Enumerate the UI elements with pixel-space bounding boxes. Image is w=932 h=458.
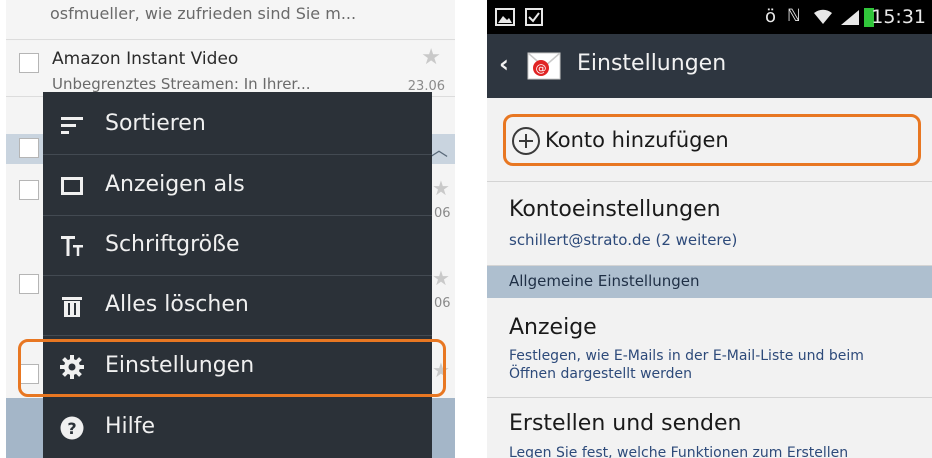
star-icon[interactable]: ★ xyxy=(432,266,450,290)
section-header: Allgemeine Einstellungen xyxy=(487,266,932,298)
menu-item-label: Schriftgröße xyxy=(105,232,240,257)
email-checkbox[interactable] xyxy=(19,53,39,73)
email-row-2[interactable]: Amazon Instant Video Unbegrenztes Stream… xyxy=(6,41,455,97)
email-preview: Unbegrenztes Streamen: In Ihrer... xyxy=(52,75,311,93)
vibrate-icon: ö xyxy=(765,6,777,27)
back-chevron-icon[interactable]: ‹ xyxy=(499,50,509,78)
svg-text:@: @ xyxy=(536,62,547,75)
view-icon xyxy=(61,177,83,195)
compose-sub: Legen Sie fest, welche Funktionen zum Er… xyxy=(509,445,849,458)
clipboard-check-icon xyxy=(525,8,543,26)
nfc-icon: ℕ xyxy=(787,6,801,26)
menu-item-label: Anzeigen als xyxy=(105,172,245,197)
compose-title: Erstellen und senden xyxy=(509,411,742,436)
display-sub: Festlegen, wie E-Mails in der E-Mail-Lis… xyxy=(509,348,864,382)
menu-item-hilfe[interactable]: ? Hilfe xyxy=(43,398,432,458)
settings-panel: ö ℕ 15:31 ‹ @ Einstellungen Konto hinzuf… xyxy=(487,0,932,458)
sort-icon xyxy=(61,117,83,134)
star-icon[interactable]: ★ xyxy=(432,176,450,200)
account-settings-row[interactable]: Kontoeinstellungen schillert@strato.de (… xyxy=(487,183,932,266)
gallery-icon xyxy=(495,8,515,26)
email-date: 06 xyxy=(434,206,451,221)
email-sender: Amazon Instant Video xyxy=(52,49,239,69)
section-header-label: Allgemeine Einstellungen xyxy=(509,272,700,290)
email-app-icon[interactable]: @ xyxy=(527,52,561,80)
svg-text:?: ? xyxy=(67,419,76,438)
email-checkbox[interactable] xyxy=(19,180,39,200)
account-settings-sub: schillert@strato.de (2 weitere) xyxy=(509,231,738,249)
email-preview: osfmueller, wie zufrieden sind Sie m... xyxy=(50,4,357,23)
font-size-icon xyxy=(61,236,83,256)
status-time: 15:31 xyxy=(871,6,926,28)
menu-item-label: Alles löschen xyxy=(105,292,249,317)
display-title: Anzeige xyxy=(509,315,597,340)
compose-settings-row[interactable]: Erstellen und senden Legen Sie fest, wel… xyxy=(487,399,932,458)
menu-item-anzeigen-als[interactable]: Anzeigen als xyxy=(43,156,432,216)
display-settings-row[interactable]: Anzeige Festlegen, wie E-Mails in der E-… xyxy=(487,298,932,398)
page-title: Einstellungen xyxy=(577,51,727,76)
menu-item-alles-loeschen[interactable]: Alles löschen xyxy=(43,276,432,336)
chevron-up-icon[interactable]: ︿ xyxy=(430,136,448,162)
email-date: 06 xyxy=(434,296,451,311)
menu-item-schriftgroesse[interactable]: Schriftgröße xyxy=(43,216,432,276)
account-settings-title: Kontoeinstellungen xyxy=(509,197,721,222)
menu-item-label: Hilfe xyxy=(105,414,156,439)
email-list-panel: osfmueller, wie zufrieden sind Sie m... … xyxy=(6,0,455,458)
signal-icon xyxy=(841,10,859,25)
menu-item-label: Sortieren xyxy=(105,111,206,136)
email-checkbox[interactable] xyxy=(19,274,39,294)
trash-icon xyxy=(62,297,82,317)
email-checkbox[interactable] xyxy=(19,138,39,158)
status-bar: ö ℕ 15:31 xyxy=(487,0,932,34)
help-icon: ? xyxy=(60,416,84,440)
menu-item-sortieren[interactable]: Sortieren xyxy=(43,95,432,155)
highlight-einstellungen xyxy=(18,339,446,397)
action-bar: ‹ @ Einstellungen xyxy=(487,34,932,98)
overflow-menu: Sortieren Anzeigen als Schriftgröße Alle… xyxy=(43,92,432,458)
email-row-1[interactable]: osfmueller, wie zufrieden sind Sie m... xyxy=(6,0,455,40)
wifi-icon xyxy=(814,9,832,24)
highlight-add-account xyxy=(503,114,921,166)
star-icon[interactable]: ★ xyxy=(421,45,441,70)
